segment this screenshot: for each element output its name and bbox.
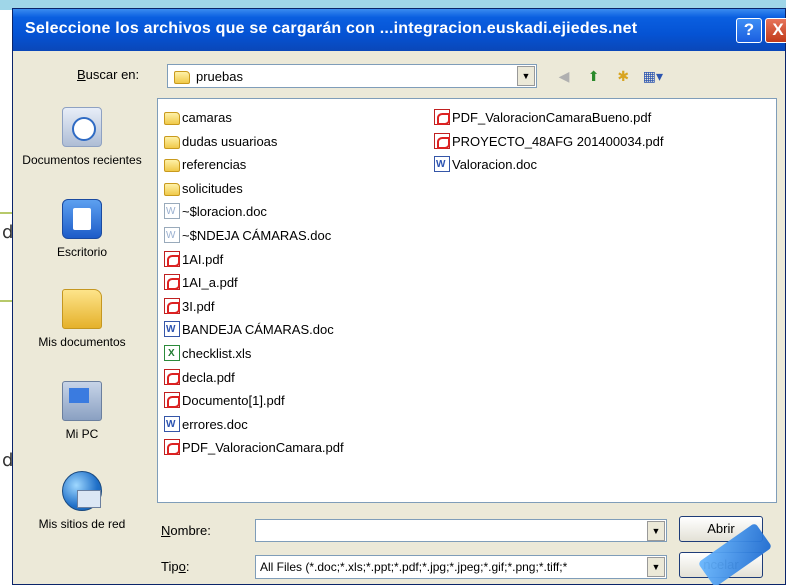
file-name: ~$NDEJA CÁMARAS.doc — [182, 228, 332, 243]
file-item[interactable]: errores.doc — [164, 414, 248, 436]
file-item[interactable]: 1AI_a.pdf — [164, 272, 238, 294]
file-name: checklist.xls — [182, 346, 252, 361]
place-label: Mis sitios de red — [38, 517, 126, 531]
file-name: dudas usuarioas — [182, 133, 278, 149]
file-name: ~$loracion.doc — [182, 204, 267, 220]
file-name: camaras — [182, 110, 232, 125]
my-documents-icon — [62, 289, 102, 329]
word-doc-icon — [164, 319, 180, 341]
word-doc-icon — [164, 414, 180, 436]
file-item[interactable]: ~$loracion.doc — [164, 201, 267, 223]
folder-icon — [174, 71, 190, 84]
file-item[interactable]: BANDEJA CÁMARAS.doc — [164, 319, 334, 341]
new-folder-icon[interactable]: ✱ — [612, 66, 634, 86]
folder-icon — [164, 112, 180, 125]
place-label: Mis documentos — [38, 335, 126, 349]
place-recent-documents[interactable]: Documentos recientes — [13, 107, 151, 167]
file-item[interactable]: decla.pdf — [164, 367, 235, 389]
title-bar[interactable]: Seleccione los archivos que se cargarán … — [13, 9, 786, 51]
name-label: Nombre: — [161, 523, 211, 538]
folder-icon — [164, 135, 180, 149]
filetype-dropdown[interactable]: All Files (*.doc;*.xls;*.ppt;*.pdf;*.jpg… — [255, 555, 667, 579]
navigation-toolbar: ◀ ⬆ ✱ ▦▾ — [553, 66, 668, 88]
place-label: Escritorio — [56, 245, 107, 259]
chevron-down-icon[interactable]: ▼ — [517, 66, 535, 86]
file-list[interactable]: camaras dudas usuarioas referencias solicit… — [157, 98, 777, 503]
pdf-file-icon — [164, 392, 180, 409]
lookin-dropdown[interactable]: pruebas ▼ — [167, 64, 537, 88]
file-item[interactable]: dudas usuarioas — [164, 131, 277, 153]
lookin-value: pruebas — [196, 69, 243, 84]
chevron-down-icon[interactable]: ▼ — [647, 521, 665, 541]
file-item[interactable]: 3I.pdf — [164, 296, 215, 318]
file-name: PDF_ValoracionCamaraBueno.pdf — [452, 110, 652, 125]
back-icon[interactable]: ◀ — [553, 66, 575, 86]
view-menu-icon[interactable]: ▦▾ — [642, 66, 664, 86]
chevron-down-icon[interactable]: ▼ — [647, 557, 665, 577]
file-item[interactable]: Valoracion.doc — [434, 154, 537, 176]
file-item[interactable]: 1AI.pdf — [164, 249, 223, 271]
lookin-label-rest: uscar en: — [85, 67, 140, 82]
pdf-file-icon — [164, 439, 180, 456]
file-name: BANDEJA CÁMARAS.doc — [182, 322, 334, 338]
file-name: Valoracion.doc — [452, 157, 538, 173]
pdf-file-icon — [164, 274, 180, 291]
place-my-computer[interactable]: Mi PC — [13, 381, 151, 441]
places-bar: Documentos recientes Escritorio Mis docu… — [13, 99, 151, 585]
file-item[interactable]: checklist.xls — [164, 343, 251, 365]
filetype-value: All Files (*.doc;*.xls;*.ppt;*.pdf;*.jpg… — [260, 560, 568, 574]
file-item[interactable]: ~$NDEJA CÁMARAS.doc — [164, 225, 331, 247]
my-computer-icon — [62, 381, 102, 421]
file-name: PDF_ValoracionCamara.pdf — [182, 440, 344, 456]
place-network[interactable]: Mis sitios de red — [13, 471, 151, 531]
file-item[interactable]: PROYECTO_48AFG 201400034.pdf — [434, 131, 664, 153]
file-name: referencias — [182, 157, 247, 173]
filename-input[interactable]: ▼ — [255, 519, 667, 542]
file-item[interactable]: PDF_ValoracionCamaraBueno.pdf — [434, 107, 651, 129]
pdf-file-icon — [164, 368, 180, 385]
pdf-file-icon — [164, 297, 180, 314]
place-desktop[interactable]: Escritorio — [13, 199, 151, 259]
network-places-icon — [62, 471, 102, 511]
place-label: Documentos recientes — [22, 153, 142, 167]
file-name: 1AI_a.pdf — [182, 275, 238, 291]
file-name: decla.pdf — [182, 369, 235, 385]
file-item[interactable]: referencias — [164, 154, 246, 176]
word-doc-icon — [434, 154, 450, 176]
pdf-file-icon — [164, 250, 180, 267]
folder-icon — [164, 159, 180, 173]
file-name: 1AI.pdf — [182, 251, 224, 267]
desktop-icon — [62, 199, 102, 239]
type-label: Tipo: — [161, 559, 190, 574]
file-name: errores.doc — [182, 416, 248, 432]
pdf-file-icon — [434, 132, 450, 149]
file-name: 3I.pdf — [182, 298, 215, 314]
file-open-dialog: Seleccione los archivos que se cargarán … — [12, 8, 786, 585]
pdf-file-icon — [434, 109, 450, 125]
file-item[interactable]: PDF_ValoracionCamara.pdf — [164, 437, 344, 459]
place-label: Mi PC — [65, 427, 99, 441]
word-temp-file-icon — [164, 225, 180, 247]
recent-documents-icon — [62, 107, 102, 147]
up-folder-icon[interactable]: ⬆ — [583, 66, 605, 86]
file-name: solicitudes — [182, 180, 243, 196]
folder-icon — [164, 182, 180, 196]
excel-file-icon — [164, 343, 180, 365]
lookin-label: Buscar en: — [77, 67, 140, 82]
place-my-documents[interactable]: Mis documentos — [13, 289, 151, 349]
file-item[interactable]: Documento[1].pdf — [164, 390, 285, 412]
file-name: Documento[1].pdf — [182, 393, 285, 409]
file-item[interactable]: solicitudes — [164, 178, 243, 200]
close-button[interactable]: X — [765, 18, 786, 43]
file-name: PROYECTO_48AFG 201400034.pdf — [452, 133, 664, 149]
help-button[interactable]: ? — [736, 18, 762, 43]
dialog-title: Seleccione los archivos que se cargarán … — [25, 20, 638, 37]
word-temp-file-icon — [164, 201, 180, 223]
file-item[interactable]: camaras — [164, 107, 232, 129]
